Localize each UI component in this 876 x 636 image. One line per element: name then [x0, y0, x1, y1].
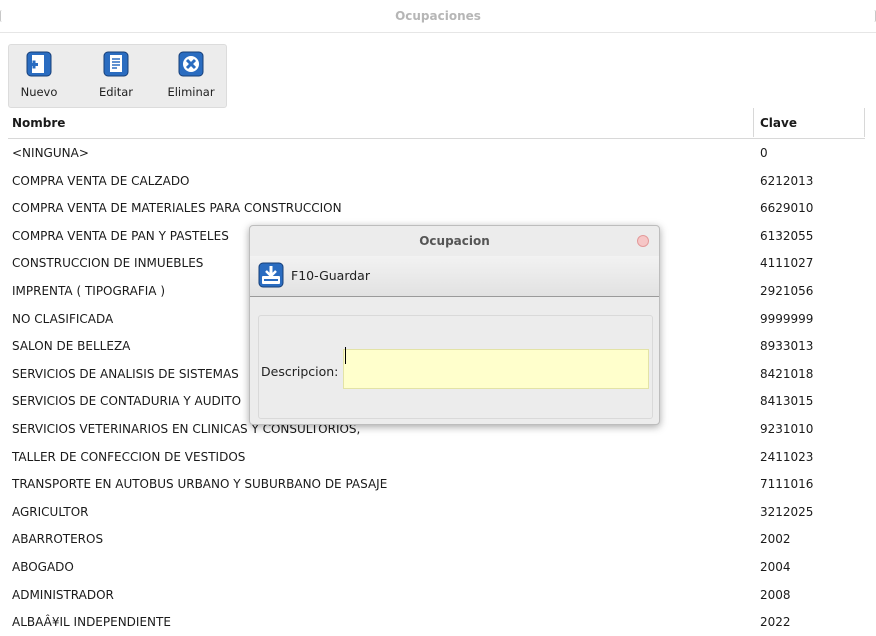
dialog-form: Descripcion:	[258, 315, 653, 419]
cell-clave: 6212013	[760, 173, 814, 188]
dialog-toolbar: F10-Guardar	[250, 256, 659, 297]
cell-clave: 2921056	[760, 283, 814, 298]
cell-nombre: COMPRA VENTA DE CALZADO	[12, 173, 190, 188]
window-titlebar: Ocupaciones	[0, 0, 876, 33]
cell-nombre: ADMINISTRADOR	[12, 587, 114, 602]
table-row[interactable]: AGRICULTOR 3212025	[8, 498, 865, 526]
header-clave-cell[interactable]: Clave	[753, 108, 865, 137]
cell-clave: 6629010	[760, 201, 814, 216]
cell-clave: 2411023	[760, 449, 814, 464]
cell-nombre: AGRICULTOR	[12, 504, 89, 519]
cell-nombre: <NINGUNA>	[12, 146, 89, 160]
cell-nombre: ABOGADO	[12, 559, 74, 574]
table-row[interactable]: TRANSPORTE EN AUTOBUS URBANO Y SUBURBANO…	[8, 470, 865, 498]
table-row[interactable]: ABARROTEROS 2002	[8, 525, 865, 553]
cell-clave: 2022	[760, 615, 791, 630]
cell-nombre: COMPRA VENTA DE MATERIALES PARA CONSTRUC…	[12, 201, 342, 216]
cell-nombre: TRANSPORTE EN AUTOBUS URBANO Y SUBURBANO…	[12, 477, 388, 492]
cell-clave: 2004	[760, 559, 791, 574]
descripcion-label: Descripcion:	[261, 364, 339, 379]
table-row[interactable]: ABOGADO 2004	[8, 553, 865, 581]
cell-clave: 9999999	[760, 311, 814, 326]
cell-clave: 8421018	[760, 366, 814, 381]
cell-nombre: SERVICIOS DE CONTADURIA Y AUDITO	[12, 394, 242, 409]
editar-button[interactable]: Editar	[86, 51, 146, 105]
save-download-icon	[258, 262, 284, 288]
window-title: Ocupaciones	[395, 9, 481, 23]
header-nombre[interactable]: Nombre	[12, 116, 65, 130]
dialog-title: Ocupacion	[419, 234, 490, 248]
dialog-titlebar[interactable]: Ocupacion	[250, 226, 659, 256]
cell-nombre: ALBAÂ¥IL INDEPENDIENTE	[12, 615, 171, 630]
editar-label: Editar	[98, 85, 134, 99]
descripcion-input[interactable]	[343, 349, 649, 389]
cell-nombre: ABARROTEROS	[12, 532, 104, 547]
cell-clave: 8933013	[760, 339, 814, 354]
nuevo-label: Nuevo	[20, 85, 58, 99]
cell-clave: 2002	[760, 532, 791, 547]
cell-clave: 4111027	[760, 256, 814, 271]
cell-nombre: COMPRA VENTA DE PAN Y PASTELES	[12, 228, 229, 243]
cell-nombre: IMPRENTA ( TIPOGRAFIA )	[12, 283, 165, 298]
header-clave: Clave	[760, 116, 797, 130]
close-icon[interactable]	[637, 235, 649, 247]
table-row[interactable]: ALBAÂ¥IL INDEPENDIENTE 2022	[8, 608, 865, 636]
table-row[interactable]: COMPRA VENTA DE CALZADO 6212013	[8, 167, 865, 195]
titlebar-edge-right	[872, 10, 876, 22]
edit-document-icon	[103, 51, 129, 77]
new-document-icon	[26, 51, 52, 77]
table-header: Nombre Clave	[8, 108, 865, 139]
table-row[interactable]: COMPRA VENTA DE MATERIALES PARA CONSTRUC…	[8, 194, 865, 222]
cell-nombre: NO CLASIFICADA	[12, 311, 114, 326]
eliminar-button[interactable]: Eliminar	[161, 51, 221, 105]
cell-nombre: SALON DE BELLEZA	[12, 339, 131, 354]
cell-clave: 7111016	[760, 477, 814, 492]
table-row[interactable]: <NINGUNA> 0	[8, 139, 865, 167]
cell-clave: 3212025	[760, 504, 814, 519]
guardar-label: F10-Guardar	[291, 268, 370, 283]
main-toolbar: Nuevo Editar Eliminar	[8, 44, 227, 108]
eliminar-label: Eliminar	[167, 85, 215, 99]
cell-clave: 0	[760, 146, 768, 160]
delete-icon	[178, 51, 204, 77]
ocupacion-dialog: Ocupacion F10-Guardar Descripcion:	[249, 225, 660, 425]
cell-clave: 9231010	[760, 421, 814, 436]
cell-clave: 8413015	[760, 394, 814, 409]
cell-clave: 2008	[760, 587, 791, 602]
text-cursor	[345, 347, 346, 364]
table-row[interactable]: ADMINISTRADOR 2008	[8, 581, 865, 609]
cell-nombre: SERVICIOS DE ANALISIS DE SISTEMAS	[12, 366, 239, 381]
table-row[interactable]: TALLER DE CONFECCION DE VESTIDOS 2411023	[8, 443, 865, 471]
cell-nombre: TALLER DE CONFECCION DE VESTIDOS	[12, 449, 246, 464]
cell-nombre: CONSTRUCCION DE INMUEBLES	[12, 256, 204, 271]
nuevo-button[interactable]: Nuevo	[9, 51, 69, 105]
cell-clave: 6132055	[760, 228, 814, 243]
